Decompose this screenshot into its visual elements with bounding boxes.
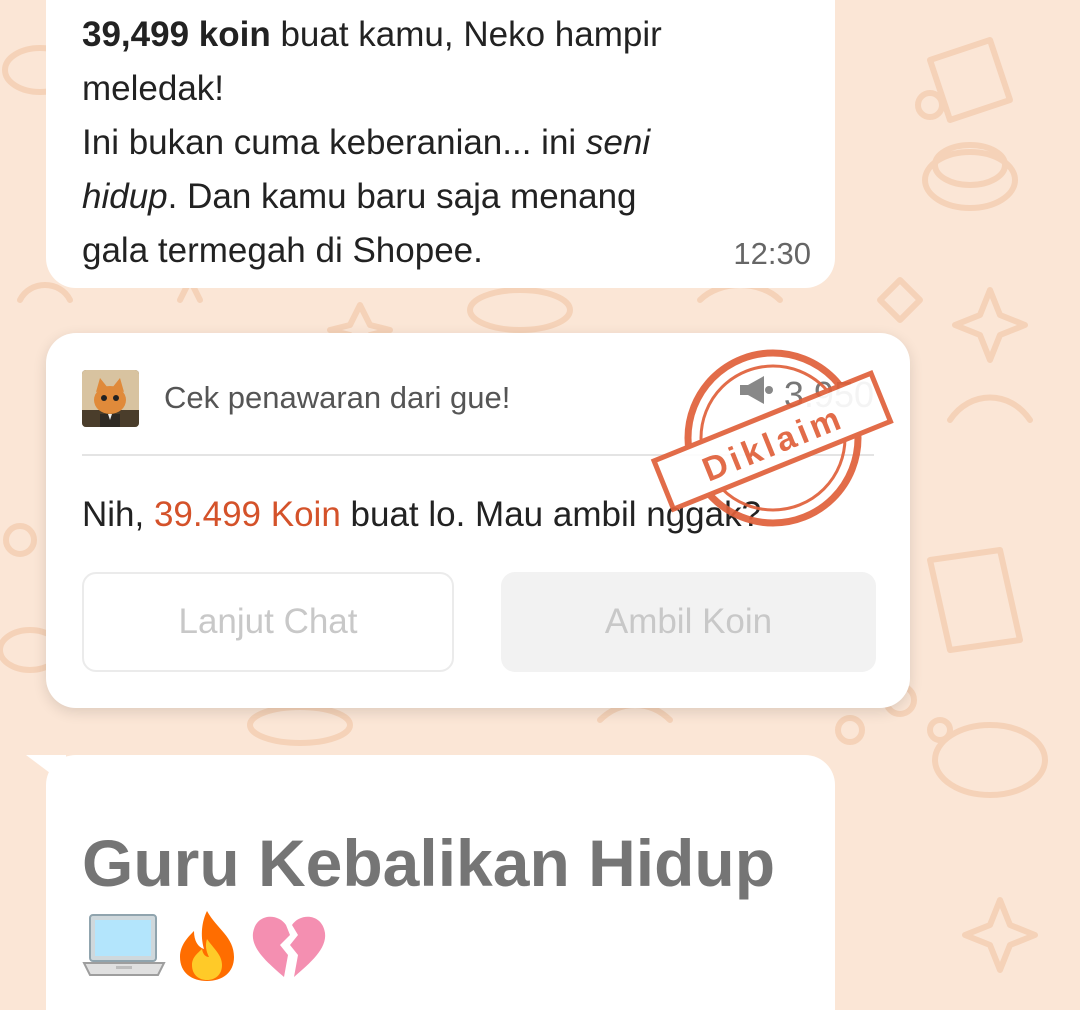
message-headline: Guru Kebalikan Hidup (82, 826, 776, 900)
message-italic-2: hidup (82, 177, 168, 216)
message-italic-1: seni (585, 123, 651, 162)
message-bubble-incoming-2: Guru Kebalikan Hidup (46, 755, 835, 1010)
divider (82, 454, 874, 456)
broken-heart-icon (248, 911, 328, 986)
offer-amount: 39.499 Koin (153, 495, 341, 534)
coin-badge: 3.950 (736, 373, 874, 416)
offer-header: Cek penawaran dari gue! 3.950 (82, 367, 874, 429)
emoji-row (82, 909, 799, 988)
message-line-3: Ini bukan cuma keberanian... ini (82, 123, 586, 162)
coin-amount-bold: 39,499 koin (82, 15, 271, 54)
offer-card: Cek penawaran dari gue! 3.950 Nih, 39.49… (46, 333, 910, 708)
message-timestamp: 12:30 (733, 236, 811, 271)
continue-chat-button[interactable]: Lanjut Chat (82, 572, 454, 672)
avatar (82, 369, 139, 427)
coin-count: 3.950 (783, 373, 874, 415)
message-line-4: . Dan kamu baru saja menang (167, 177, 637, 216)
offer-body-suffix: buat lo. Mau ambil nggak? (340, 495, 762, 534)
claim-coin-button[interactable]: Ambil Koin (501, 572, 876, 672)
fire-icon (172, 909, 242, 988)
offer-body: Nih, 39.499 Koin buat lo. Mau ambil ngga… (82, 495, 761, 535)
offer-title: Cek penawaran dari gue! (164, 380, 511, 415)
offer-body-prefix: Nih, (82, 495, 154, 534)
message-line-1: buat kamu, Neko hampir (270, 15, 662, 54)
message-bubble-incoming: 39,499 koin buat kamu, Neko hampir meled… (46, 0, 835, 288)
laptop-icon (82, 911, 166, 986)
message-line-5: gala termegah di Shopee. (82, 231, 483, 270)
coin-megaphone-icon (736, 373, 776, 416)
message-text: 39,499 koin buat kamu, Neko hampir meled… (82, 8, 799, 278)
message-line-2: meledak! (82, 69, 225, 108)
